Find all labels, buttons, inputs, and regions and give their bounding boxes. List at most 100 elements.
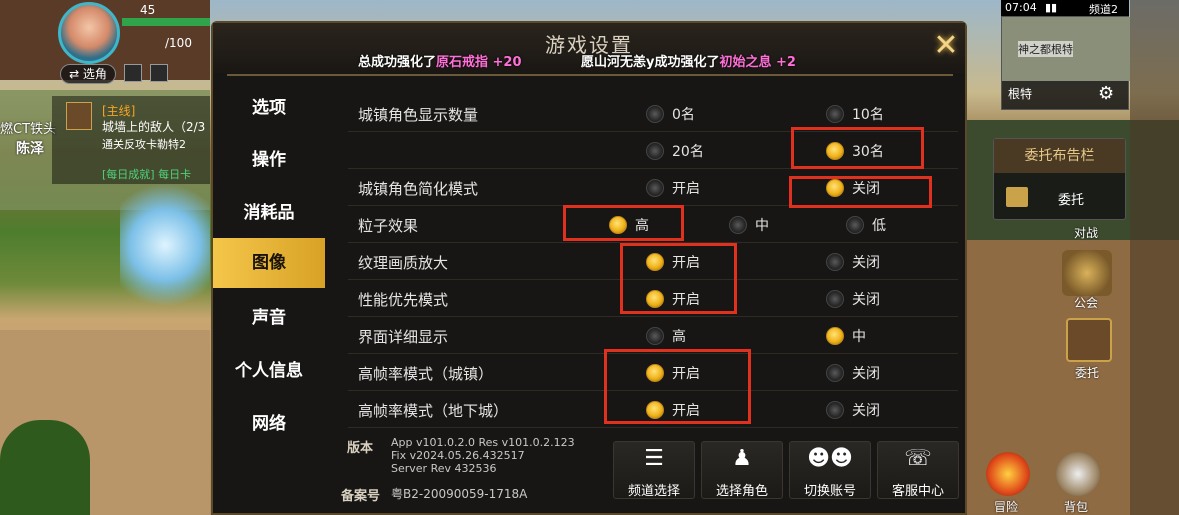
setting-label: 高帧率模式（地下城） <box>358 402 509 420</box>
radio-button[interactable] <box>826 290 844 308</box>
headset-icon: ☏ <box>904 446 932 471</box>
signal-icon: ▮▮ <box>1045 1 1058 14</box>
radio-button[interactable] <box>646 105 664 123</box>
list-icon: ☰ <box>644 446 664 471</box>
radio-button[interactable] <box>646 179 664 197</box>
setting-label: 纹理画质放大 <box>358 254 449 272</box>
highlight-box <box>791 127 924 169</box>
bg-tree <box>0 420 90 515</box>
radio-button[interactable] <box>826 364 844 382</box>
customer-service-button[interactable]: ☏ 客服中心 <box>877 441 959 499</box>
sidebar-item-graphics[interactable]: 图像 <box>213 238 325 288</box>
battle-label[interactable]: 对战 <box>1074 224 1098 241</box>
exp-bar <box>122 18 210 26</box>
highlight-box <box>620 243 737 314</box>
setting-label: 城镇角色简化模式 <box>358 180 479 198</box>
commission-board-title: 委托布告栏 <box>994 139 1125 173</box>
bg-right-edge <box>1130 0 1179 515</box>
player-level: 45 <box>140 3 156 17</box>
icp-label: 备案号 <box>341 489 381 504</box>
switch-account-button[interactable]: ☻☻ 切换账号 <box>789 441 871 499</box>
version-label: 版本 <box>347 441 374 456</box>
bag-icon[interactable] <box>1056 452 1100 496</box>
radio-label: 0名 <box>672 107 695 123</box>
sidebar-item-network[interactable]: 网络 <box>213 399 325 449</box>
radio-button[interactable] <box>729 216 747 234</box>
button-label: 客服中心 <box>891 484 944 499</box>
icp-number: 粤B2-20090059-1718A <box>391 487 528 501</box>
nearby-player-name: 燃CT铁头 <box>0 122 57 137</box>
settings-list: 城镇角色显示数量 0名 10名 20名 30名 城镇角色简化模式 开启 关闭 粒… <box>348 85 958 431</box>
close-icon[interactable]: ✕ <box>929 29 963 63</box>
highlight-box <box>563 205 684 241</box>
gear-icon[interactable]: ⚙ <box>1098 83 1114 104</box>
guild-label[interactable]: 公会 <box>1074 294 1098 311</box>
sidebar-item-controls[interactable]: 操作 <box>213 135 325 185</box>
person-icon: ♟ <box>732 446 752 471</box>
hp-text: /100 <box>165 36 192 50</box>
daily-achievement: [每日成就] 每日卡 <box>102 168 192 181</box>
highlight-box <box>604 349 751 424</box>
minimap-location: 根特 <box>1008 87 1033 101</box>
dialog-header: 游戏设置 总成功强化了原石戒指 +20 愿山河无恙y成功强化了初始之息 +2 ✕ <box>213 23 965 73</box>
bg-portal-glow <box>120 170 210 320</box>
adventure-label[interactable]: 冒险 <box>994 498 1018 515</box>
highlight-box <box>789 176 932 208</box>
button-label: 选择角色 <box>715 484 768 499</box>
buff-icon[interactable] <box>150 64 168 82</box>
commission-board[interactable]: 委托布告栏 委托 <box>993 138 1126 220</box>
setting-label: 性能优先模式 <box>358 291 449 309</box>
switch-character-button[interactable]: ⇄ 选角 <box>60 64 116 84</box>
sidebar-item-consumables[interactable]: 消耗品 <box>213 188 325 238</box>
guild-icon[interactable] <box>1062 250 1112 296</box>
radio-label: 10名 <box>852 107 884 123</box>
radio-label: 关闭 <box>852 292 880 308</box>
radio-label: 关闭 <box>852 366 880 382</box>
quest-name: 城墙上的敌人（2/3 <box>102 120 206 134</box>
radio-button[interactable] <box>646 327 664 345</box>
sidebar-item-sound[interactable]: 声音 <box>213 293 325 343</box>
setting-label: 粒子效果 <box>358 217 419 235</box>
sidebar-item-options[interactable]: 选项 <box>213 83 325 133</box>
channel-label: 频道2 <box>1089 3 1118 16</box>
minimap[interactable]: 神之都根特 根特 ⚙ <box>1001 16 1130 110</box>
bag-label[interactable]: 背包 <box>1064 498 1088 515</box>
settings-sidebar: 选项 操作 消耗品 图像 声音 个人信息 网络 <box>213 83 325 513</box>
adventure-icon[interactable] <box>986 452 1030 496</box>
minimap-town-title: 神之都根特 <box>1018 41 1073 57</box>
quest-npc-icon <box>66 102 92 130</box>
radio-button[interactable] <box>846 216 864 234</box>
radio-button[interactable] <box>826 105 844 123</box>
quest-type: [主线] <box>102 104 136 118</box>
player-avatar[interactable] <box>58 2 120 64</box>
radio-button[interactable] <box>826 253 844 271</box>
radio-label: 开启 <box>672 181 700 197</box>
clock: 07:04 <box>1005 1 1037 14</box>
radio-button[interactable] <box>646 142 664 160</box>
channel-select-button[interactable]: ☰ 频道选择 <box>613 441 695 499</box>
quest-tracker[interactable]: [主线] 城墙上的敌人（2/3 通关反攻卡勒特2 [每日成就] 每日卡 <box>52 96 210 184</box>
quest-description: 通关反攻卡勒特2 <box>102 138 186 151</box>
exp-bar-fill <box>122 18 210 26</box>
radio-button[interactable] <box>826 401 844 419</box>
buff-icon[interactable] <box>124 64 142 82</box>
sidebar-item-profile[interactable]: 个人信息 <box>213 346 325 396</box>
commission-label[interactable]: 委托 <box>1075 364 1099 381</box>
setting-label: 城镇角色显示数量 <box>358 106 479 124</box>
radio-button[interactable] <box>826 327 844 345</box>
header-divider <box>227 74 953 76</box>
calendar-icon <box>1006 187 1028 207</box>
version-server: Server Rev 432536 <box>391 462 497 475</box>
commission-button[interactable]: 委托 <box>1058 189 1084 208</box>
nearby-player-name: 陈泽 <box>16 141 44 157</box>
button-label: 频道选择 <box>627 484 680 499</box>
select-character-button[interactable]: ♟ 选择角色 <box>701 441 783 499</box>
commission-icon[interactable] <box>1066 318 1112 362</box>
radio-label: 低 <box>872 218 886 234</box>
setting-label: 界面详细显示 <box>358 328 449 346</box>
enhance-ticker: 愿山河无恙y成功强化了初始之息 +2 <box>581 55 796 70</box>
settings-dialog: 游戏设置 总成功强化了原石戒指 +20 愿山河无恙y成功强化了初始之息 +2 ✕… <box>211 21 967 515</box>
radio-label: 关闭 <box>852 403 880 419</box>
version-app: App v101.0.2.0 Res v101.0.2.123 <box>391 436 575 449</box>
users-icon: ☻☻ <box>807 446 853 471</box>
